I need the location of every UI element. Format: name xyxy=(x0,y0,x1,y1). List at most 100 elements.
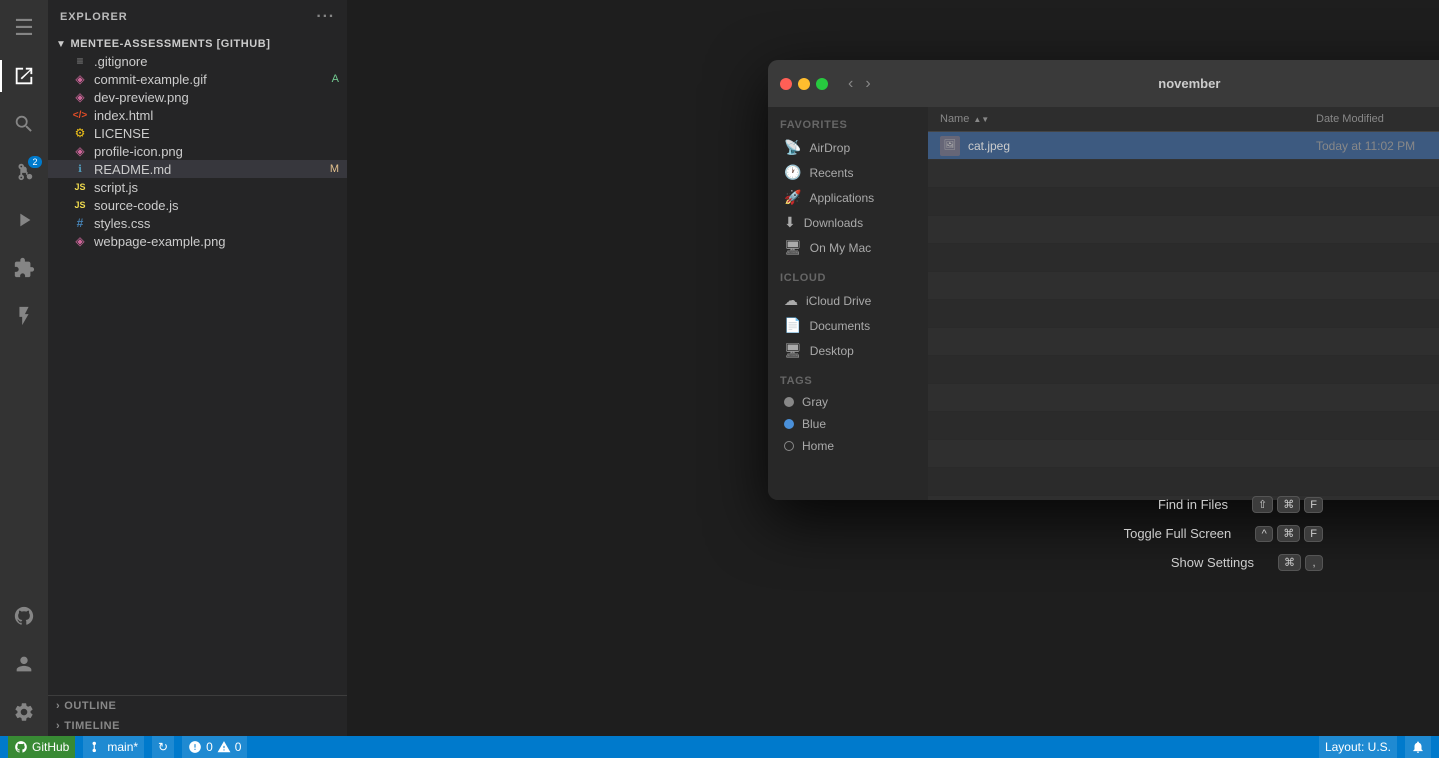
errors-count: 0 xyxy=(206,740,213,754)
sidebar-more-actions[interactable]: ··· xyxy=(316,8,335,26)
project-folder[interactable]: ▼ MENTEE-ASSESSMENTS [GITHUB] xyxy=(48,36,347,52)
key-f1: F xyxy=(1304,497,1323,513)
finder-documents-item[interactable]: 📄 Documents xyxy=(772,313,924,338)
readme-badge: M xyxy=(330,163,339,175)
finder-favorites-section: Favorites 📡 AirDrop 🕐 Recents 🚀 xyxy=(768,115,928,260)
desktop-icon: 🖥 xyxy=(784,342,802,359)
sync-status-badge[interactable]: ↻ xyxy=(152,736,174,758)
finder-col-date-header[interactable]: Date Modified xyxy=(1316,113,1439,125)
license-icon: ⚙ xyxy=(72,125,88,141)
app-container: ☰ 2 xyxy=(0,0,1439,758)
layout-badge[interactable]: Layout: U.S. xyxy=(1319,736,1397,758)
file-commit-gif[interactable]: ◈ commit-example.gif A xyxy=(48,70,347,88)
finder-on-my-mac-item[interactable]: 🖥 On My Mac xyxy=(772,235,924,260)
md-icon: ℹ xyxy=(72,161,88,177)
branch-status-badge[interactable]: main* xyxy=(83,736,144,758)
finder-file-list: 🖼 cat.jpeg Today at 11:02 PM 635 KB JPEG… xyxy=(928,132,1439,500)
file-gitignore[interactable]: ≡ .gitignore xyxy=(48,52,347,70)
license-name: LICENSE xyxy=(94,126,339,141)
finder-empty-row-11 xyxy=(928,440,1439,468)
main-content: ‹ › november xyxy=(348,0,1439,736)
finder-sidebar: Favorites 📡 AirDrop 🕐 Recents 🚀 xyxy=(768,107,928,500)
finder-back-button[interactable]: ‹ xyxy=(844,73,857,95)
notification-badge[interactable] xyxy=(1405,736,1431,758)
outline-section[interactable]: › OUTLINE xyxy=(48,696,347,716)
finder-tag-blue[interactable]: Blue xyxy=(772,413,924,435)
finder-file-row-cat[interactable]: 🖼 cat.jpeg Today at 11:02 PM 635 KB JPEG… xyxy=(928,132,1439,160)
gif-icon: ◈ xyxy=(72,71,88,87)
timeline-section[interactable]: › TIMELINE xyxy=(48,716,347,736)
finder-tag-home[interactable]: Home xyxy=(772,435,924,457)
finder-titlebar: ‹ › november xyxy=(768,60,1439,107)
finder-maximize-dot[interactable] xyxy=(816,78,828,90)
finder-desktop-item[interactable]: 🖥 Desktop xyxy=(772,338,924,363)
sidebar-header: Explorer ··· xyxy=(48,0,347,34)
file-styles-css[interactable]: # styles.css xyxy=(48,214,347,232)
file-profile-icon[interactable]: ◈ profile-icon.png xyxy=(48,142,347,160)
finder-col-name-header[interactable]: Name ▲▼ xyxy=(940,113,1316,125)
file-script-js[interactable]: JS script.js xyxy=(48,178,347,196)
finder-tag-gray[interactable]: Gray xyxy=(772,391,924,413)
downloads-label: Downloads xyxy=(804,216,863,230)
activity-extensions-icon[interactable] xyxy=(0,244,48,292)
file-index-html[interactable]: </> index.html xyxy=(48,106,347,124)
find-in-files-keys: ⇧ ⌘ F xyxy=(1252,496,1323,513)
script-js-name: script.js xyxy=(94,180,339,195)
activity-menu-icon[interactable]: ☰ xyxy=(0,4,48,52)
finder-empty-row-8 xyxy=(928,356,1439,384)
activity-account-icon[interactable] xyxy=(0,640,48,688)
shortcut-show-settings: Show Settings ⌘ , xyxy=(1108,548,1339,577)
activity-test-icon[interactable] xyxy=(0,292,48,340)
profile-png-icon: ◈ xyxy=(72,143,88,159)
finder-empty-row-5 xyxy=(928,272,1439,300)
gray-tag-icon xyxy=(784,397,794,407)
file-readme[interactable]: ℹ README.md M xyxy=(48,160,347,178)
warning-icon xyxy=(217,740,231,754)
activity-explorer-icon[interactable] xyxy=(0,52,48,100)
finder-column-header: Name ▲▼ Date Modified Size Kind xyxy=(928,107,1439,132)
finder-close-dot[interactable] xyxy=(780,78,792,90)
css-icon: # xyxy=(72,215,88,231)
documents-label: Documents xyxy=(809,319,870,333)
finder-applications-item[interactable]: 🚀 Applications xyxy=(772,185,924,210)
activity-source-control-icon[interactable]: 2 xyxy=(0,148,48,196)
file-webpage-png[interactable]: ◈ webpage-example.png xyxy=(48,232,347,250)
errors-status-badge[interactable]: 0 0 xyxy=(182,736,247,758)
finder-title: november xyxy=(883,76,1439,91)
key-shift: ⇧ xyxy=(1252,496,1273,513)
sort-icons: ▲▼ xyxy=(973,115,989,124)
on-my-mac-label: On My Mac xyxy=(810,241,871,255)
home-tag-label: Home xyxy=(802,439,834,453)
gray-tag-label: Gray xyxy=(802,395,828,409)
webpage-png-name: webpage-example.png xyxy=(94,234,339,249)
activity-search-icon[interactable] xyxy=(0,100,48,148)
sync-icon: ↻ xyxy=(158,740,168,754)
activity-run-icon[interactable] xyxy=(0,196,48,244)
readme-name: README.md xyxy=(94,162,330,177)
file-source-code-js[interactable]: JS source-code.js xyxy=(48,196,347,214)
activity-settings-icon[interactable] xyxy=(0,688,48,736)
on-my-mac-icon: 🖥 xyxy=(784,239,802,256)
github-status-icon xyxy=(14,740,28,754)
activity-github-icon[interactable] xyxy=(0,592,48,640)
finder-airdrop-item[interactable]: 📡 AirDrop xyxy=(772,135,924,160)
applications-label: Applications xyxy=(809,191,874,205)
file-dev-preview[interactable]: ◈ dev-preview.png xyxy=(48,88,347,106)
finder-minimize-dot[interactable] xyxy=(798,78,810,90)
finder-empty-row-3 xyxy=(928,216,1439,244)
finder-forward-button[interactable]: › xyxy=(861,73,874,95)
timeline-label: TIMELINE xyxy=(64,720,120,732)
file-tree: ▼ MENTEE-ASSESSMENTS [GITHUB] ≡ .gitigno… xyxy=(48,34,347,695)
downloads-icon: ⬇ xyxy=(784,214,796,231)
finder-recents-item[interactable]: 🕐 Recents xyxy=(772,160,924,185)
finder-icloud-drive-item[interactable]: ☁ iCloud Drive xyxy=(772,288,924,313)
github-status-badge[interactable]: GitHub xyxy=(8,736,75,758)
icloud-drive-label: iCloud Drive xyxy=(806,294,871,308)
file-license[interactable]: ⚙ LICENSE xyxy=(48,124,347,142)
profile-icon-name: profile-icon.png xyxy=(94,144,339,159)
finder-empty-row-1 xyxy=(928,160,1439,188)
status-bar-right: Layout: U.S. xyxy=(1319,736,1431,758)
timeline-chevron-icon: › xyxy=(56,720,60,732)
source-js-icon: JS xyxy=(72,197,88,213)
finder-downloads-item[interactable]: ⬇ Downloads xyxy=(772,210,924,235)
